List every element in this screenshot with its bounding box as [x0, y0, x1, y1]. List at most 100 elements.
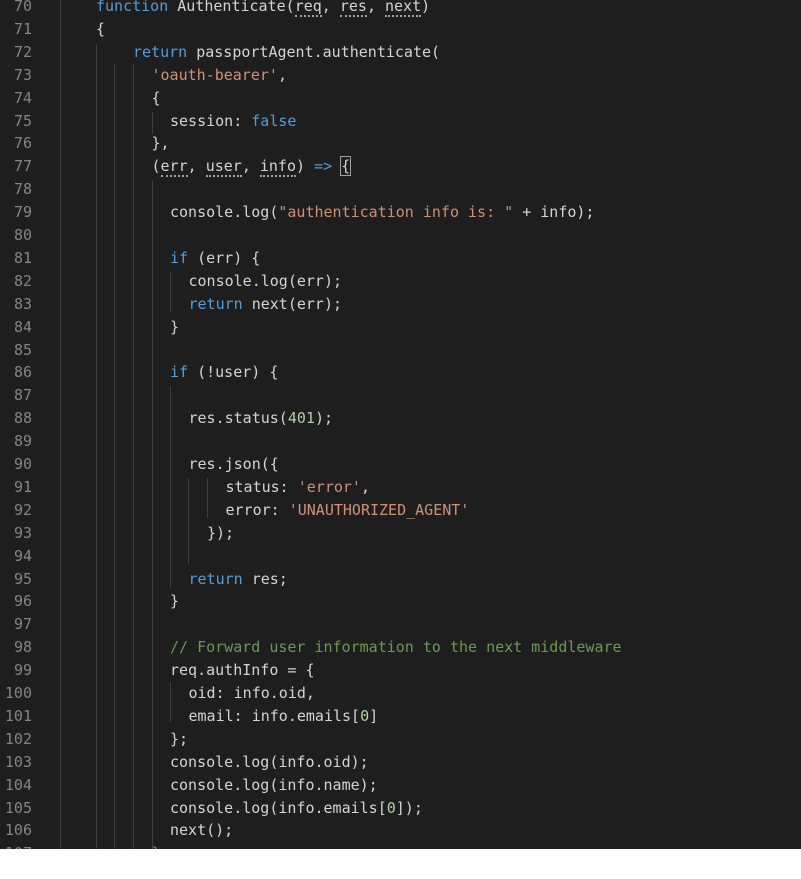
- code-text: oid: info.oid,: [189, 682, 315, 705]
- code-token: ,: [241, 157, 260, 176]
- line-number: 90: [13, 455, 32, 473]
- line-number: 100: [4, 684, 32, 702]
- code-editor[interactable]: 70 function Authenticate(req, res, next) 7…: [0, 0, 801, 849]
- code-line[interactable]: 85: [0, 339, 801, 362]
- code-line[interactable]: 91 status: 'error',: [0, 476, 801, 499]
- code-line[interactable]: 80: [0, 224, 801, 247]
- code-line[interactable]: 106 next();: [0, 819, 801, 842]
- code-token: ,: [187, 157, 206, 176]
- code-token: },: [151, 134, 170, 153]
- code-line[interactable]: 104 console.log(info.name);: [0, 774, 801, 797]
- code-token: (!user) {: [188, 363, 279, 382]
- code-line[interactable]: 78: [0, 178, 801, 201]
- code-token: if: [170, 363, 189, 382]
- line-number: 83: [13, 294, 32, 313]
- code-line[interactable]: 92 error: 'UNAUTHORIZED_AGENT': [0, 499, 801, 522]
- code-token: ,: [321, 0, 340, 15]
- code-token: (: [151, 157, 161, 176]
- code-line[interactable]: 105 console.log(info.emails[0]);: [0, 797, 801, 820]
- code-token: 'error': [297, 477, 361, 496]
- line-number: 70: [13, 0, 32, 15]
- code-token: Authenticate(: [168, 0, 295, 15]
- code-text: next();: [170, 819, 233, 842]
- code-text: console.log(info.oid);: [170, 751, 369, 774]
- code-line[interactable]: 86 if (!user) {: [0, 361, 801, 384]
- code-line[interactable]: 102};: [0, 728, 801, 751]
- code-line[interactable]: 77 (err, user, info) => {: [0, 155, 801, 178]
- code-token: );: [314, 409, 333, 428]
- code-line[interactable]: 101 email: info.emails[0]: [0, 705, 801, 728]
- code-line[interactable]: 89: [0, 430, 801, 453]
- code-token: 401: [287, 409, 315, 428]
- code-text: }: [152, 842, 161, 849]
- code-token: function: [96, 0, 169, 15]
- code-line[interactable]: 87: [0, 384, 801, 407]
- code-text: {: [152, 87, 161, 110]
- code-line[interactable]: 82 console.log(err);: [0, 270, 801, 293]
- line-number: 96: [13, 592, 32, 611]
- code-line[interactable]: 79 console.log("authentication info is: "…: [0, 201, 801, 224]
- code-line[interactable]: 75 session: false: [0, 110, 801, 133]
- code-line[interactable]: 100 oid: info.oid,: [0, 682, 801, 705]
- code-token: return: [133, 42, 188, 61]
- line-number: 95: [13, 569, 32, 588]
- code-token: console.log(info.oid);: [170, 752, 369, 771]
- line-number: 105: [4, 798, 32, 817]
- code-line[interactable]: 97: [0, 613, 801, 636]
- code-token: ): [421, 0, 431, 15]
- code-line[interactable]: 70 function Authenticate(req, res, next): [0, 0, 801, 18]
- code-line[interactable]: 76},: [0, 132, 801, 155]
- code-text: console.log(err);: [189, 270, 343, 293]
- code-text: };: [170, 728, 188, 751]
- code-token: };: [170, 729, 189, 748]
- code-token: ,: [277, 65, 287, 84]
- code-token: console.log(err);: [188, 271, 343, 290]
- code-text: res.json({: [189, 453, 279, 476]
- line-number: 71: [13, 19, 32, 38]
- code-line[interactable]: 94: [0, 545, 801, 568]
- code-token: 'oauth-bearer': [151, 65, 278, 84]
- code-text: {: [96, 18, 105, 41]
- code-line[interactable]: 88 res.status(401);: [0, 407, 801, 430]
- code-line[interactable]: 83 return next(err);: [0, 293, 801, 316]
- line-number: 85: [13, 340, 32, 359]
- code-line[interactable]: 73 'oauth-bearer',: [0, 64, 801, 87]
- code-token: email: info.emails[: [188, 706, 361, 725]
- code-token: error:: [225, 500, 289, 519]
- code-token: passportAgent.authenticate(: [187, 42, 441, 61]
- code-token: oid: info.oid,: [188, 684, 315, 702]
- line-number: 79: [13, 203, 32, 222]
- code-line[interactable]: 98 // Forward user information to the nex…: [0, 636, 801, 659]
- code-text: if (!user) {: [170, 361, 278, 384]
- code-token: {: [340, 156, 352, 177]
- code-line[interactable]: 95 return res;: [0, 568, 801, 591]
- code-token: next();: [170, 821, 234, 840]
- code-line[interactable]: 107}: [0, 842, 801, 849]
- code-line[interactable]: 93});: [0, 522, 801, 545]
- code-line[interactable]: 103 console.log(info.oid);: [0, 751, 801, 774]
- code-line[interactable]: 96}: [0, 590, 801, 613]
- code-token: res: [339, 0, 367, 17]
- line-number: 91: [13, 477, 32, 496]
- code-line[interactable]: 74 {: [0, 87, 801, 110]
- line-number: 99: [13, 661, 32, 680]
- line-number: 103: [4, 752, 32, 771]
- code-line[interactable]: 84}: [0, 316, 801, 339]
- code-token: + info);: [513, 203, 595, 222]
- code-line[interactable]: 81 if (err) {: [0, 247, 801, 270]
- code-token: });: [207, 523, 235, 542]
- line-number: 74: [13, 88, 32, 107]
- code-line[interactable]: 99 req.authInfo = {: [0, 659, 801, 682]
- line-number: 78: [13, 180, 32, 199]
- code-line[interactable]: 71 {: [0, 18, 801, 41]
- code-token: =>: [314, 157, 333, 176]
- code-token: 0: [360, 706, 370, 725]
- code-text: });: [207, 522, 234, 545]
- code-line[interactable]: 72 return passportAgent.authenticate(: [0, 41, 801, 64]
- line-number: 87: [13, 386, 32, 405]
- code-line[interactable]: 90 res.json({: [0, 453, 801, 476]
- code-token: {: [96, 19, 106, 38]
- code-token: user: [205, 157, 242, 178]
- code-text: session: false: [170, 110, 296, 133]
- line-number: 92: [13, 500, 32, 519]
